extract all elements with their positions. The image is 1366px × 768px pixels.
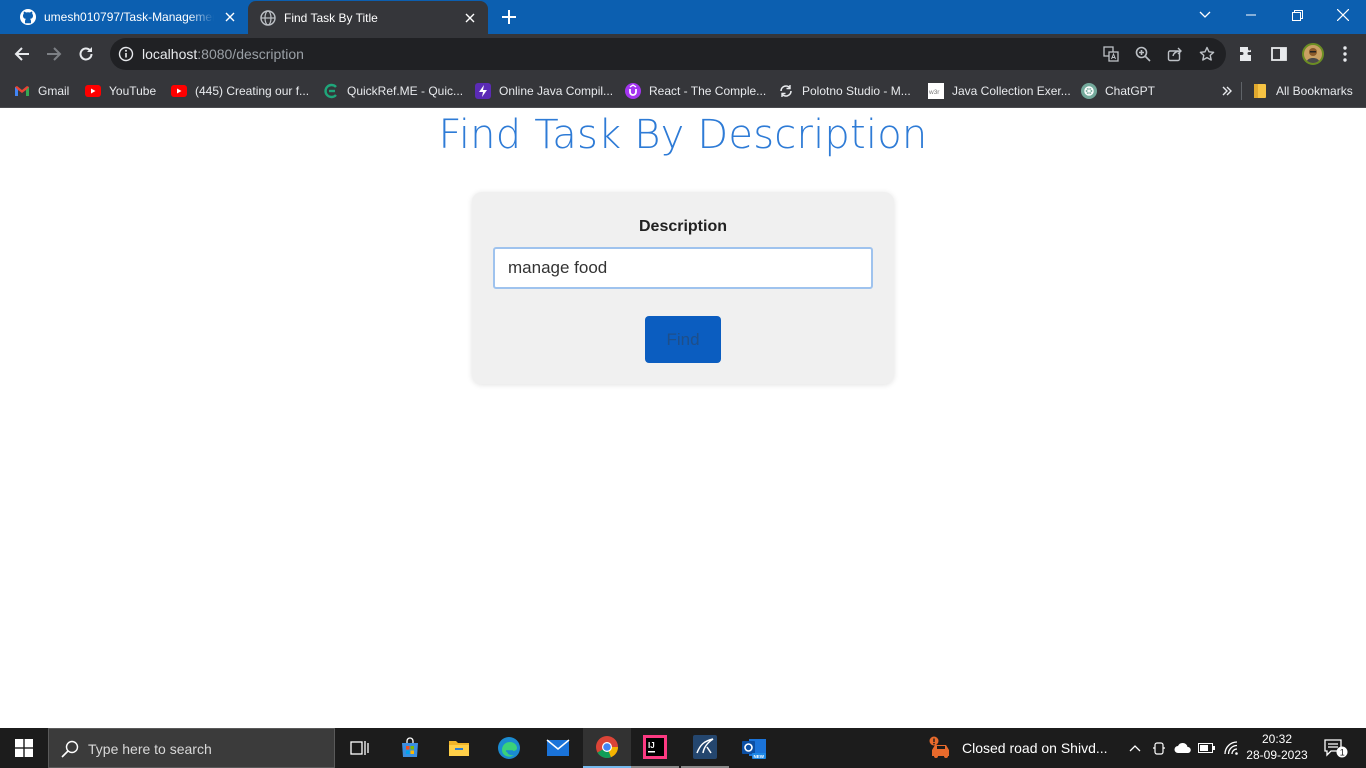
onedrive-cloud-icon[interactable] [1172, 728, 1194, 768]
close-tab-icon[interactable] [460, 8, 480, 28]
wifi-icon[interactable] [1220, 728, 1242, 768]
udemy-icon [625, 83, 641, 99]
polotno-icon [778, 83, 794, 99]
close-window-button[interactable] [1320, 0, 1366, 30]
gmail-icon [14, 83, 30, 99]
bookmarks-bar: Gmail YouTube (445) Creating our f... Qu… [0, 74, 1366, 108]
translate-icon[interactable] [1102, 45, 1120, 63]
bolt-icon [475, 83, 491, 99]
find-button[interactable]: Find [645, 316, 721, 363]
tab-find-task[interactable]: Find Task By Title [248, 1, 488, 35]
menu-kebab-icon[interactable] [1336, 45, 1354, 63]
bookmark-label: QuickRef.ME - Quic... [347, 84, 464, 98]
bookmark-youtube[interactable]: YouTube [85, 82, 156, 100]
bookmark-label: Online Java Compil... [499, 84, 614, 98]
share-icon[interactable] [1166, 45, 1184, 63]
all-bookmarks-folder[interactable]: All Bookmarks [1252, 82, 1353, 100]
outlook-new-badge: NEW [754, 754, 765, 759]
w3r-icon: w3r [928, 83, 944, 99]
microsoft-store-icon[interactable] [386, 728, 434, 768]
new-tab-button[interactable] [498, 6, 520, 28]
w3r-text: w3r [928, 89, 940, 96]
intellij-icon[interactable]: IJ [631, 728, 679, 768]
mail-icon[interactable] [534, 728, 582, 768]
bookmark-label: (445) Creating our f... [195, 84, 310, 98]
bookmark-label: React - The Comple... [649, 84, 767, 98]
bookmark-chatgpt[interactable]: ChatGPT [1081, 82, 1155, 100]
file-explorer-icon[interactable] [435, 728, 483, 768]
notification-count: 1 [1340, 748, 1345, 758]
bookmark-online-java[interactable]: Online Java Compil... [475, 82, 613, 100]
bookmark-quickref[interactable]: QuickRef.ME - Quic... [323, 82, 463, 100]
news-widget[interactable]: Closed road on Shivd... [928, 728, 1108, 768]
clock-date: 28-09-2023 [1246, 748, 1308, 762]
quickref-icon [323, 83, 339, 99]
search-form-card: Description Find [472, 192, 894, 384]
close-tab-icon[interactable] [220, 7, 240, 27]
tab-title: umesh010797/Task-Management-System [44, 10, 214, 24]
taskbar-search-box[interactable]: Type here to search [48, 728, 335, 768]
bookmark-label: Gmail [38, 84, 70, 98]
description-input[interactable] [493, 247, 873, 289]
bookmarks-overflow-chevron-icon[interactable] [1222, 82, 1232, 100]
browser-tab-strip: umesh010797/Task-Management-System Find … [0, 0, 1366, 35]
taskbar-clock[interactable]: 20:32 28-09-2023 [1246, 731, 1308, 763]
battery-icon[interactable] [1196, 728, 1218, 768]
intellij-text: IJ [648, 741, 655, 750]
folder-icon [1252, 83, 1268, 99]
tab-github[interactable]: umesh010797/Task-Management-System [8, 0, 248, 34]
bookmark-label: Java Collection Exer... [952, 84, 1071, 98]
bookmark-java-collection[interactable]: w3r Java Collection Exer... [928, 82, 1071, 100]
restore-button[interactable] [1274, 0, 1320, 30]
forward-button[interactable] [40, 40, 68, 68]
all-bookmarks-label: All Bookmarks [1276, 84, 1353, 98]
browser-toolbar: localhost:8080/description [0, 34, 1366, 74]
tab-search-chevron-icon[interactable] [1182, 0, 1228, 30]
extensions-icon[interactable] [1238, 45, 1256, 63]
reload-button[interactable] [72, 40, 100, 68]
bookmark-gmail[interactable]: Gmail [14, 82, 69, 100]
youtube-icon [171, 83, 187, 99]
bookmark-react-course[interactable]: React - The Comple... [625, 82, 766, 100]
mysql-workbench-icon[interactable] [681, 728, 729, 768]
back-button[interactable] [8, 40, 36, 68]
clock-time: 20:32 [1261, 732, 1293, 746]
description-label: Description [638, 218, 727, 235]
youtube-icon [85, 83, 101, 99]
tab-title: Find Task By Title [284, 11, 378, 25]
news-text: Closed road on Shivd... [962, 740, 1108, 756]
bookmarks-divider [1241, 82, 1242, 100]
search-placeholder: Type here to search [88, 741, 212, 757]
site-info-icon[interactable] [118, 46, 134, 62]
edge-browser-icon[interactable] [485, 728, 533, 768]
bookmark-star-icon[interactable] [1198, 45, 1216, 63]
url-host: localhost [142, 46, 198, 62]
address-bar[interactable]: localhost:8080/description [110, 38, 1226, 70]
bookmark-polotno[interactable]: Polotno Studio - M... [778, 82, 911, 100]
traffic-alert-icon [928, 736, 954, 760]
meet-now-icon[interactable] [1148, 728, 1170, 768]
side-panel-icon[interactable] [1270, 45, 1288, 63]
page-title: Find Task By Description [438, 112, 928, 158]
outlook-icon[interactable]: NEW [730, 728, 778, 768]
url-text[interactable]: localhost:8080/description [142, 46, 304, 62]
task-view-icon[interactable] [336, 728, 384, 768]
bookmark-label: ChatGPT [1105, 84, 1156, 98]
url-path: :8080/description [197, 46, 304, 62]
windows-taskbar: Type here to search IJ NEW Closed road o… [0, 728, 1366, 768]
bookmark-label: Polotno Studio - M... [802, 84, 911, 98]
chatgpt-icon [1081, 83, 1097, 99]
profile-avatar[interactable] [1302, 43, 1324, 65]
notification-center-icon[interactable]: 1 [1318, 728, 1354, 768]
chrome-icon[interactable] [583, 728, 631, 768]
bookmark-label: YouTube [109, 84, 157, 98]
tray-chevron-up-icon[interactable] [1124, 728, 1146, 768]
globe-icon [260, 10, 276, 26]
bookmark-youtube-video[interactable]: (445) Creating our f... [171, 82, 309, 100]
zoom-icon[interactable] [1134, 45, 1152, 63]
search-icon [61, 740, 79, 758]
minimize-button[interactable] [1228, 0, 1274, 30]
windows-start-icon[interactable] [0, 728, 48, 768]
github-icon [20, 9, 36, 25]
